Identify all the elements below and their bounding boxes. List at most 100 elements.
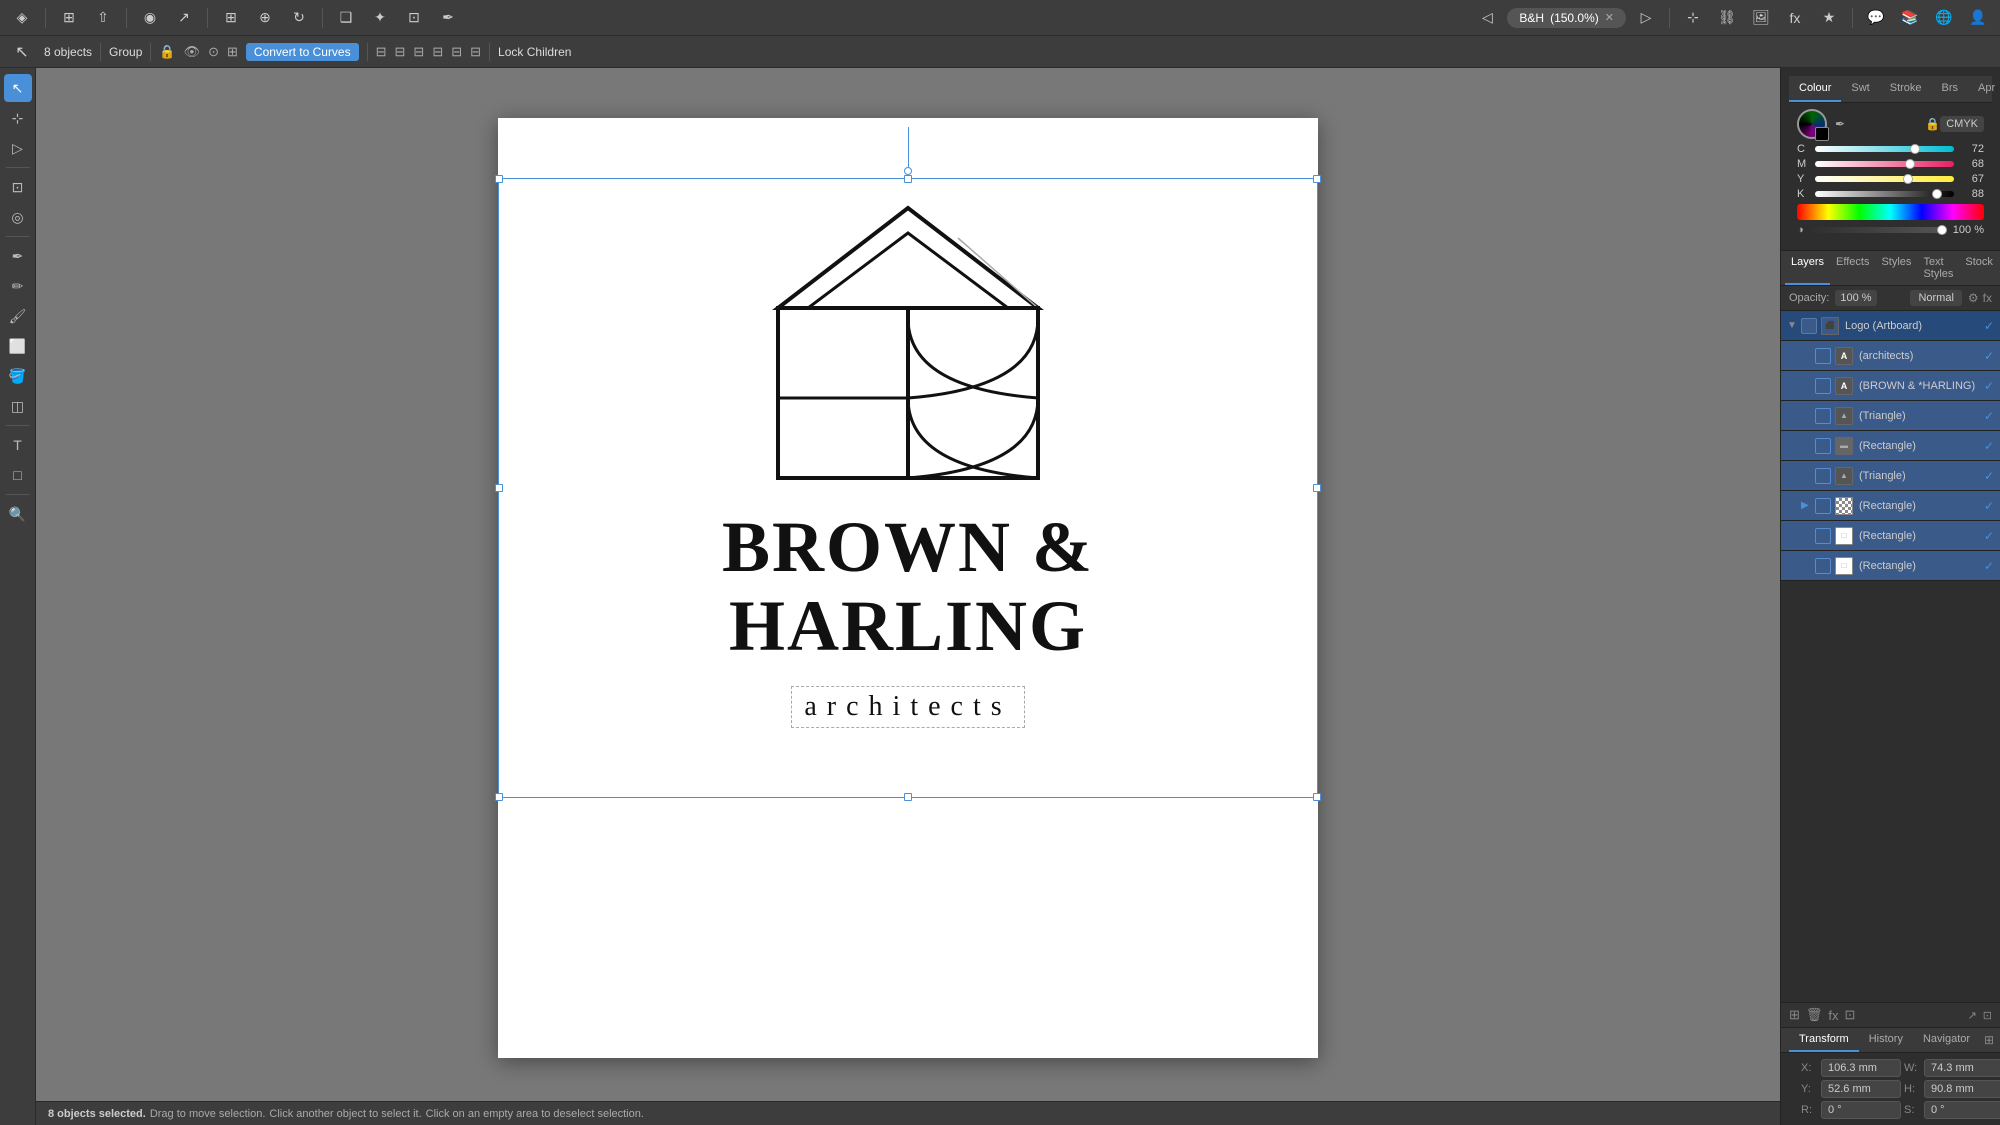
- user-icon[interactable]: 👤: [1964, 4, 1992, 32]
- zoom-prev-icon[interactable]: ◁: [1473, 4, 1501, 32]
- new-document-icon[interactable]: ⊞: [55, 4, 83, 32]
- tab-brs[interactable]: Brs: [1932, 76, 1969, 102]
- crop-tool[interactable]: ⊡: [4, 173, 32, 201]
- layer-check-artboard[interactable]: ✓: [1984, 319, 1994, 333]
- browser-icon[interactable]: 🌐: [1930, 4, 1958, 32]
- place-icon[interactable]: ◉: [136, 4, 164, 32]
- align-center-icon[interactable]: ⊟: [395, 44, 406, 60]
- view-tool[interactable]: 🔍: [4, 500, 32, 528]
- tab-apr[interactable]: Apr: [1968, 76, 2000, 102]
- opacity-slider[interactable]: [1808, 227, 1947, 233]
- crop-icon[interactable]: ⊡: [400, 4, 428, 32]
- layer-vis-architects[interactable]: [1815, 348, 1831, 364]
- visibility-icon[interactable]: 👁: [184, 44, 201, 60]
- c-thumb[interactable]: [1910, 144, 1920, 154]
- shape-tool[interactable]: □: [4, 461, 32, 489]
- image-icon[interactable]: 🖼: [1747, 4, 1775, 32]
- move-down-icon[interactable]: ⊡: [1845, 1007, 1856, 1023]
- canvas-area[interactable]: BROWN & HARLING architects 8 objects sel…: [36, 68, 1780, 1125]
- layers-more-icon[interactable]: ⊡: [1983, 1009, 1992, 1022]
- colour-mode-button[interactable]: CMYK: [1940, 116, 1984, 132]
- k-slider[interactable]: [1815, 191, 1954, 197]
- star-icon[interactable]: ★: [1815, 4, 1843, 32]
- y-thumb[interactable]: [1903, 174, 1913, 184]
- zoom-close-icon[interactable]: ✕: [1605, 11, 1614, 24]
- layer-rect-3[interactable]: □ (Rectangle) ✓: [1781, 551, 2000, 581]
- layer-architects[interactable]: A (architects) ✓: [1781, 341, 2000, 371]
- node-tool[interactable]: ⊹: [4, 104, 32, 132]
- y-input[interactable]: 52.6 mm: [1821, 1080, 1901, 1098]
- transform2-icon[interactable]: ✦: [366, 4, 394, 32]
- tab-styles[interactable]: Styles: [1875, 251, 1917, 285]
- layer-vis-artboard[interactable]: [1801, 318, 1817, 334]
- grid-icon[interactable]: ⊞: [217, 4, 245, 32]
- layer-vis-rect2[interactable]: [1815, 528, 1831, 544]
- layer-check-architects[interactable]: ✓: [1984, 349, 1994, 363]
- pointer-tool[interactable]: ↖: [4, 74, 32, 102]
- opacity-thumb[interactable]: [1937, 225, 1947, 235]
- layer-brown-harling[interactable]: A (BROWN & *HARLING) ✓: [1781, 371, 2000, 401]
- bucket-tool[interactable]: 🪣: [4, 362, 32, 390]
- comment-icon[interactable]: 💬: [1862, 4, 1890, 32]
- layer-check-rect3[interactable]: ✓: [1984, 559, 1994, 573]
- ungroup-icon[interactable]: ⊞: [227, 44, 238, 60]
- colour-gradient-bar[interactable]: [1797, 204, 1984, 220]
- link-icon[interactable]: ⛓: [1713, 4, 1741, 32]
- layer-vis-bh[interactable]: [1815, 378, 1831, 394]
- layer-vis-tri1[interactable]: [1815, 408, 1831, 424]
- x-input[interactable]: 106.3 mm: [1821, 1059, 1901, 1077]
- brush-tool[interactable]: 🖌: [4, 302, 32, 330]
- delete-layer-icon[interactable]: 🗑: [1806, 1007, 1823, 1023]
- foreground-swatch[interactable]: [1815, 127, 1829, 141]
- app-logo-icon[interactable]: ◈: [8, 4, 36, 32]
- layer-check-rectg[interactable]: ✓: [1984, 499, 1994, 513]
- layer-rect-group[interactable]: ▶ □ (Rectangle) ✓: [1781, 491, 2000, 521]
- layers-opacity-value[interactable]: 100 %: [1835, 290, 1876, 306]
- layers-blend-mode[interactable]: Normal: [1910, 290, 1961, 306]
- align-bottom-icon[interactable]: ⊟: [470, 44, 481, 60]
- arrange-icon[interactable]: ❑: [332, 4, 360, 32]
- rotate-icon[interactable]: ↻: [285, 4, 313, 32]
- layer-check-rect2[interactable]: ✓: [1984, 529, 1994, 543]
- library-icon[interactable]: 📚: [1896, 4, 1924, 32]
- tab-navigator[interactable]: Navigator: [1913, 1028, 1980, 1052]
- tab-stroke[interactable]: Stroke: [1880, 76, 1932, 102]
- lock-icon[interactable]: 🔒: [159, 44, 175, 60]
- move-up-icon[interactable]: fx: [1828, 1008, 1838, 1023]
- select-tool-icon[interactable]: ↖: [8, 38, 36, 66]
- align-left-icon[interactable]: ⊟: [376, 44, 387, 60]
- m-thumb[interactable]: [1905, 159, 1915, 169]
- align-top-icon[interactable]: ⊟: [432, 44, 443, 60]
- pen-tool[interactable]: ✒: [4, 242, 32, 270]
- layers-fx-icon[interactable]: fx: [1983, 291, 1992, 305]
- tab-stock[interactable]: Stock: [1959, 251, 1999, 285]
- w-input[interactable]: 74.3 mm: [1924, 1059, 2000, 1077]
- convert-to-curves-button[interactable]: Convert to Curves: [246, 43, 359, 61]
- export-icon[interactable]: ↗: [170, 4, 198, 32]
- zoom-pill[interactable]: B&H (150.0%) ✕: [1507, 8, 1626, 28]
- m-slider[interactable]: [1815, 161, 1954, 167]
- isolate-icon[interactable]: ⊙: [208, 44, 219, 60]
- target-icon[interactable]: ⊹: [1679, 4, 1707, 32]
- layer-expand-rectg[interactable]: ▶: [1801, 500, 1813, 512]
- y-slider[interactable]: [1815, 176, 1954, 182]
- layer-check-tri1[interactable]: ✓: [1984, 409, 1994, 423]
- r-input[interactable]: 0 °: [1821, 1101, 1901, 1119]
- handle-bm[interactable]: [904, 793, 912, 801]
- layer-vis-tri2[interactable]: [1815, 468, 1831, 484]
- tab-text-styles[interactable]: Text Styles: [1917, 251, 1959, 285]
- snapping-icon[interactable]: ⊕: [251, 4, 279, 32]
- colour-picker-icon[interactable]: ✒: [1835, 117, 1845, 131]
- rotation-handle[interactable]: [904, 127, 912, 175]
- align-middle-icon[interactable]: ⊟: [451, 44, 462, 60]
- layer-triangle-1[interactable]: ▲ (Triangle) ✓: [1781, 401, 2000, 431]
- corner-tool[interactable]: ▷: [4, 134, 32, 162]
- fx-icon[interactable]: fx: [1781, 4, 1809, 32]
- fill-tool[interactable]: ◎: [4, 203, 32, 231]
- erase-tool[interactable]: ⬜: [4, 332, 32, 360]
- tab-transform[interactable]: Transform: [1789, 1028, 1859, 1052]
- tab-history[interactable]: History: [1859, 1028, 1913, 1052]
- text-tool[interactable]: T: [4, 431, 32, 459]
- tab-colour[interactable]: Colour: [1789, 76, 1841, 102]
- layers-export-icon[interactable]: ↗: [1968, 1009, 1977, 1022]
